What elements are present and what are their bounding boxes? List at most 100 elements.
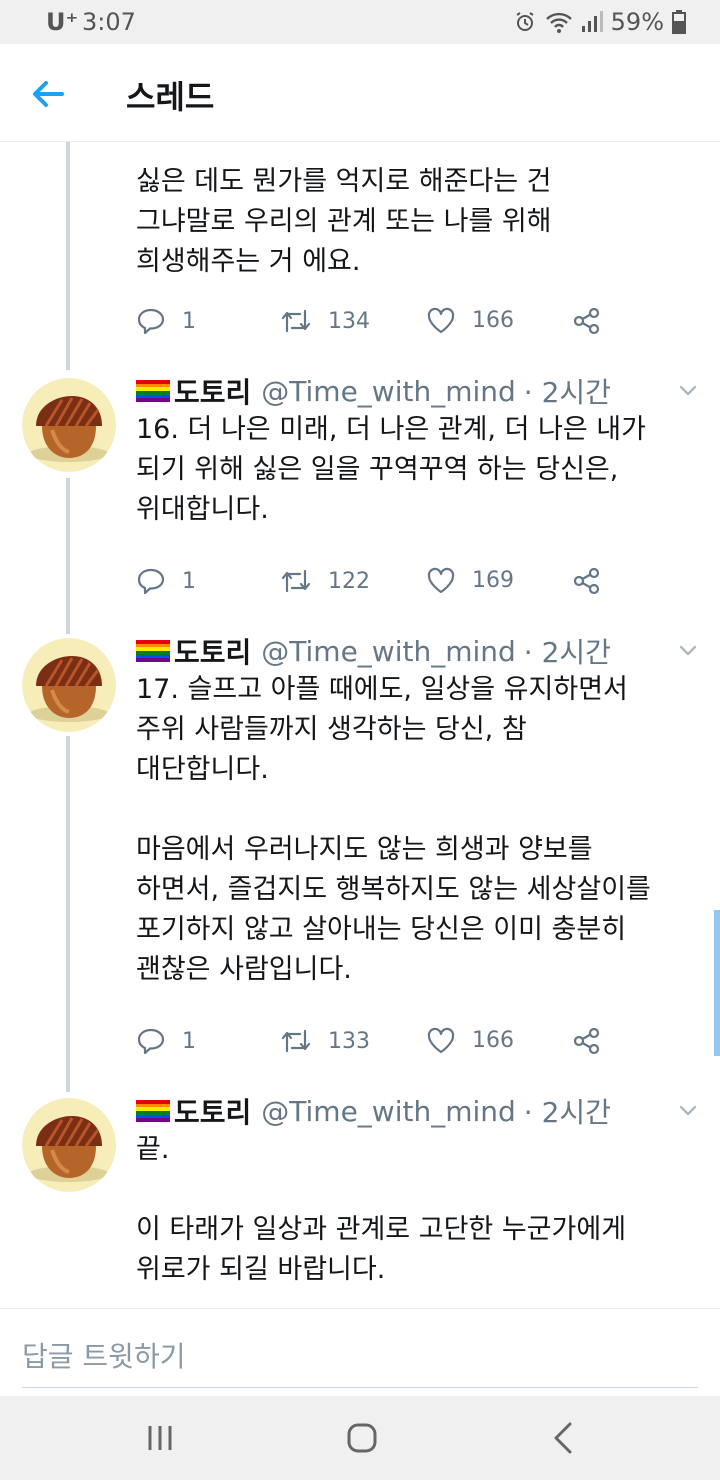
share-icon [573,1027,600,1055]
tweet-line: 대단합니다. [136,754,269,785]
handle[interactable]: @Time_with_mind [261,1095,516,1128]
tweet-line: 16. 더 나은 미래, 더 나은 관계, 더 나은 내가 [136,414,646,445]
tweet-line: 위대합니다. [136,494,269,525]
rainbow-flag-icon [136,640,170,663]
acorn-avatar[interactable] [22,378,116,472]
rainbow-flag-icon [136,1100,170,1123]
retweet-icon [281,1029,311,1053]
tweet-line: 그냐말로 우리의 관계 또는 나를 위해 [136,206,552,237]
display-name[interactable]: 도토리 [174,1091,251,1131]
tweet-line: 되기 위해 싫은 일을 꾸역꾸역 하는 당신은, [136,454,619,485]
retweet-count: 133 [328,1028,370,1054]
timestamp: · 2시간 [523,376,611,409]
like-icon [427,1027,455,1054]
like-count: 166 [472,1027,514,1053]
tweet[interactable]: 도토리 @Time_with_mind · 2시간 17. 슬프고 아플 때에도… [0,635,720,1098]
tweet[interactable]: 도토리 @Time_with_mind · 2시간 끝. 이 타래가 일상과 관… [0,1095,720,1308]
retweet-count: 122 [328,568,370,594]
like-count: 169 [472,567,514,593]
tweet-actions: 1 122 169 [136,566,616,602]
input-underline [22,1387,698,1388]
thread-list[interactable]: 싫은 데도 뭔가를 억지로 해준다는 건 그냐말로 우리의 관계 또는 나를 위… [0,142,720,1308]
reply-icon [137,568,165,595]
like-button[interactable]: 166 [426,1026,514,1054]
signal-icon [581,11,603,32]
tweet-actions: 1 133 166 [136,1026,616,1062]
reply-icon [137,308,165,335]
timestamp: · 2시간 [523,1096,611,1129]
tweet-header: 도토리 @Time_with_mind · 2시간 [136,372,611,410]
like-button[interactable]: 169 [426,566,514,594]
status-time: 3:07 [82,8,136,36]
reply-input[interactable]: 답글 트윗하기 [22,1335,185,1375]
battery-percent: 59% [610,8,664,36]
share-button[interactable] [572,306,602,336]
share-icon [573,307,600,335]
tweet-line: 마음에서 우러나지도 않는 희생과 양보를 [136,834,593,865]
rainbow-flag-icon [136,380,170,403]
chevron-down-icon[interactable] [676,638,700,662]
handle[interactable]: @Time_with_mind [261,375,516,408]
like-icon [427,567,455,594]
like-icon [427,307,455,334]
like-button[interactable]: 166 [426,306,514,334]
home-icon[interactable] [342,1418,382,1458]
reply-count: 1 [182,568,196,594]
battery-icon [672,10,686,34]
tweet-line: 끝. [136,1134,170,1165]
tweet-text: 끝. 이 타래가 일상과 관계로 고단한 누군가에게 위로가 되길 바랍니다. [136,1130,696,1290]
timestamp: · 2시간 [523,636,611,669]
tweet-text: 17. 슬프고 아플 때에도, 일상을 유지하면서 주위 사람들까지 생각하는 … [136,670,696,990]
retweet-count: 134 [328,308,370,334]
tweet-line: 포기하지 않고 살아내는 당신은 이미 충분히 [136,914,627,945]
app-bar: 스레드 [0,44,720,142]
system-nav-bar [0,1396,720,1480]
back-arrow-icon[interactable] [28,74,68,114]
retweet-icon [281,309,311,333]
tweet[interactable]: 도토리 @Time_with_mind · 2시간 16. 더 나은 미래, 더… [0,375,720,638]
tweet-header: 도토리 @Time_with_mind · 2시간 [136,1092,611,1130]
page-title: 스레드 [126,78,215,116]
status-bar: U⁺ 3:07 59% [0,0,720,44]
retweet-icon [281,569,311,593]
reply-button[interactable]: 1 [136,1026,196,1056]
tweet-line: 위로가 되길 바랍니다. [136,1254,386,1285]
recent-apps-icon[interactable] [140,1418,180,1458]
scrollbar[interactable] [714,910,720,1056]
reply-bar[interactable]: 답글 트윗하기 [0,1308,720,1396]
tweet-text: 싫은 데도 뭔가를 억지로 해준다는 건 그냐말로 우리의 관계 또는 나를 위… [136,162,696,282]
tweet-line: 이 타래가 일상과 관계로 고단한 누군가에게 [136,1214,627,1245]
reply-button[interactable]: 1 [136,566,196,596]
share-button[interactable] [572,1026,602,1056]
share-button[interactable] [572,566,602,596]
handle[interactable]: @Time_with_mind [261,635,516,668]
tweet-line: 하면서, 즐겁지도 행복하지도 않는 세상살이를 [136,874,651,905]
reply-count: 1 [182,308,196,334]
tweet-line: 희생해주는 거 에요. [136,246,361,277]
reply-icon [137,1028,165,1055]
chevron-down-icon[interactable] [676,378,700,402]
tweet-text: 16. 더 나은 미래, 더 나은 관계, 더 나은 내가 되기 위해 싫은 일… [136,410,696,530]
reply-button[interactable]: 1 [136,306,196,336]
tweet-line: 괜찮은 사람입니다. [136,954,352,985]
acorn-avatar[interactable] [22,638,116,732]
retweet-button[interactable]: 122 [280,566,370,596]
tweet[interactable]: 싫은 데도 뭔가를 억지로 해준다는 건 그냐말로 우리의 관계 또는 나를 위… [0,142,720,364]
wifi-icon [545,12,572,33]
chevron-down-icon[interactable] [676,1098,700,1122]
retweet-button[interactable]: 134 [280,306,370,336]
retweet-button[interactable]: 133 [280,1026,370,1056]
carrier-label: U⁺ [46,8,79,36]
tweet-actions: 1 134 166 [136,306,616,342]
acorn-avatar[interactable] [22,1098,116,1192]
display-name[interactable]: 도토리 [174,371,251,411]
share-icon [573,567,600,595]
tweet-line: 17. 슬프고 아플 때에도, 일상을 유지하면서 [136,674,628,705]
alarm-icon [516,12,534,31]
tweet-line: 주위 사람들까지 생각하는 당신, 참 [136,714,527,745]
status-icons: 59% [513,8,686,36]
reply-count: 1 [182,1028,196,1054]
tweet-header: 도토리 @Time_with_mind · 2시간 [136,632,611,670]
display-name[interactable]: 도토리 [174,631,251,671]
back-icon[interactable] [544,1418,584,1458]
